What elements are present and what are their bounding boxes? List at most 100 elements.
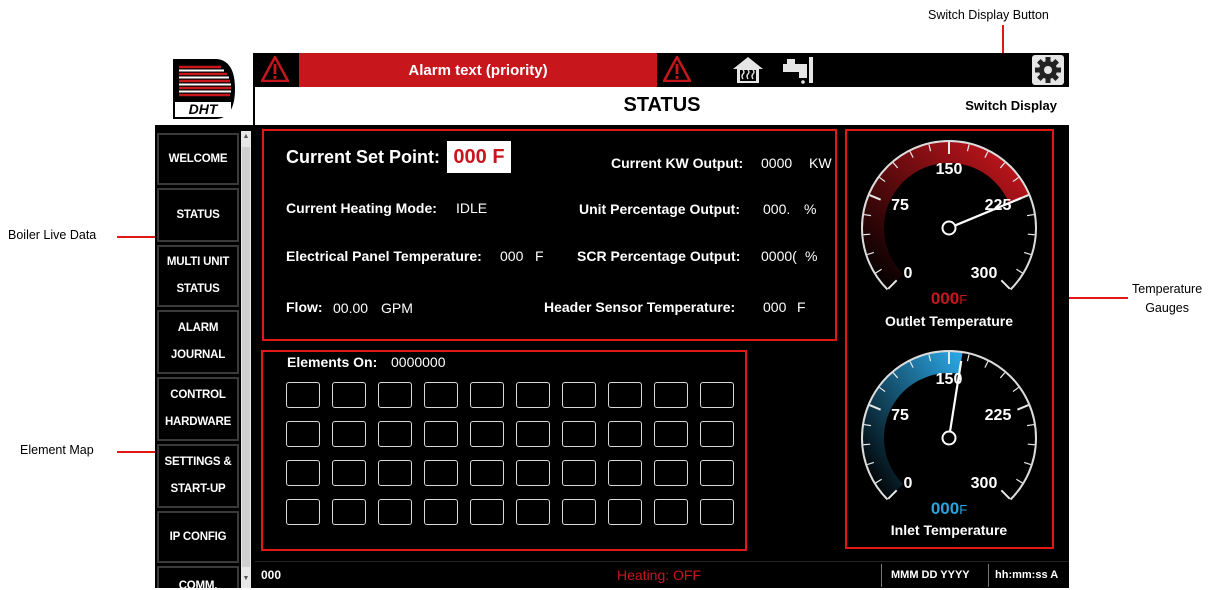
element-cell: [516, 499, 550, 525]
sidebar-item-label: STATUS: [176, 208, 220, 221]
sidebar-item-label: SETTINGS &: [164, 456, 232, 468]
sidebar-item-label: CONTROL: [170, 389, 226, 401]
element-cell: [654, 460, 688, 486]
sidebar-scrollbar[interactable]: ▲ ▼: [241, 131, 251, 588]
header-temperature-value: 000: [763, 299, 787, 315]
callout-temperature-gauges-line1: Temperature: [1132, 282, 1203, 296]
outlet-temperature-title: Outlet Temperature: [884, 313, 1014, 329]
inlet-temperature-title: Inlet Temperature: [890, 522, 1008, 538]
element-cell: [378, 499, 412, 525]
element-cell: [424, 382, 458, 408]
warning-icon[interactable]: [261, 56, 289, 82]
settings-gear-icon[interactable]: [1031, 54, 1065, 86]
outlet-temperature-unit: F: [959, 292, 968, 307]
element-cell: [424, 421, 458, 447]
element-cell: [654, 382, 688, 408]
heating-mode-label: Current Heating Mode:: [286, 200, 437, 216]
element-cell: [332, 499, 366, 525]
unit-percentage-value: 000.: [763, 201, 791, 217]
panel-temperature-value: 000: [500, 248, 524, 264]
element-cell: [608, 421, 642, 447]
inlet-gauge-tick-label: 300: [971, 475, 998, 492]
scrollbar-thumb[interactable]: [242, 147, 250, 567]
switch-display-button[interactable]: Switch Display: [965, 98, 1057, 113]
outlet-gauge-tick: [1000, 279, 1011, 290]
callout-element-map: Element Map: [20, 443, 94, 457]
sidebar-nav: WELCOME STATUS MULTI UNIT STATUS ALARM J…: [155, 131, 255, 588]
set-point-label: Current Set Point:: [286, 147, 441, 167]
dht-logo: DHT: [155, 53, 255, 125]
warning-icon[interactable]: [663, 56, 691, 82]
sidebar-item-ip-config[interactable]: IP CONFIG: [157, 511, 239, 563]
sidebar-item-settings-startup[interactable]: SETTINGS & START-UP: [157, 444, 239, 508]
status-divider: [881, 564, 882, 587]
sidebar-item-comm[interactable]: COMM.: [157, 566, 239, 588]
outlet-gauge-tick-label: 0: [904, 265, 913, 282]
element-cell: [286, 499, 320, 525]
flow-label: Flow:: [286, 299, 323, 315]
element-cell: [470, 421, 504, 447]
outlet-temperature-value: 000: [930, 289, 960, 308]
unit-percentage-label: Unit Percentage Output:: [579, 201, 741, 217]
set-point-input[interactable]: 000 F: [447, 141, 511, 173]
outlet-gauge-tick: [1027, 233, 1035, 236]
sidebar-item-welcome[interactable]: WELCOME: [157, 133, 239, 185]
element-cell: [562, 421, 596, 447]
sidebar-item-multi-unit-status[interactable]: MULTI UNIT STATUS: [157, 245, 239, 307]
element-cell: [332, 421, 366, 447]
status-bar: 000 Heating: OFF MMM DD YYYY hh:mm:ss A: [255, 561, 1069, 588]
outlet-gauge-tick-label: 75: [891, 197, 909, 214]
heating-status: Heating: OFF: [617, 567, 702, 583]
kw-output-unit: KW: [809, 155, 832, 171]
element-cell: [654, 499, 688, 525]
outlet-temperature-readout: 000F: [859, 289, 1039, 309]
water-faucet-icon[interactable]: [781, 55, 815, 85]
element-cell: [286, 421, 320, 447]
sidebar-item-label: START-UP: [170, 483, 226, 495]
element-cell: [470, 499, 504, 525]
elements-on-label: Elements On:: [287, 354, 378, 370]
sidebar-item-control-hardware[interactable]: CONTROL HARDWARE: [157, 377, 239, 441]
elements-on-value: 0000000: [391, 354, 446, 370]
home-heating-icon[interactable]: [731, 55, 765, 85]
element-cell: [424, 460, 458, 486]
scr-percentage-unit: %: [805, 248, 818, 264]
scroll-down-icon[interactable]: ▼: [241, 575, 251, 582]
logo-text: DHT: [189, 101, 219, 117]
element-cell: [562, 460, 596, 486]
sidebar-item-status[interactable]: STATUS: [157, 188, 239, 242]
top-bar: Alarm text (priority): [255, 53, 1069, 87]
element-cell: [516, 460, 550, 486]
kw-output-value: 0000: [761, 155, 793, 171]
sidebar-item-label: HARDWARE: [164, 416, 232, 428]
panel-temperature-unit: F: [535, 248, 544, 264]
sidebar-item-label: MULTI UNIT: [166, 256, 230, 268]
inlet-gauge-tick-label: 75: [891, 407, 909, 424]
outlet-gauge-needle-hub: [941, 220, 957, 236]
outlet-gauge-tick: [1016, 268, 1023, 274]
element-cell: [562, 499, 596, 525]
inlet-gauge-tick: [1016, 478, 1023, 484]
scroll-up-icon[interactable]: ▲: [241, 133, 251, 140]
alarm-banner[interactable]: Alarm text (priority): [299, 53, 657, 87]
sidebar-item-label: IP CONFIG: [169, 530, 227, 543]
element-cell: [424, 499, 458, 525]
sidebar-item-label: WELCOME: [168, 152, 228, 165]
element-cell: [516, 421, 550, 447]
status-left-value: 000: [261, 568, 282, 582]
status-date: MMM DD YYYY: [891, 569, 970, 581]
title-bar: STATUS Switch Display: [255, 87, 1069, 125]
element-cell: [286, 382, 320, 408]
heating-mode-value: IDLE: [456, 200, 488, 216]
sidebar-item-label: ALARM: [177, 322, 219, 334]
flow-unit: GPM: [381, 300, 413, 316]
inlet-gauge-tick: [1012, 386, 1019, 393]
sidebar-item-label: COMM.: [178, 579, 218, 589]
sidebar-item-alarm-journal[interactable]: ALARM JOURNAL: [157, 310, 239, 374]
callout-temperature-gauges-line2: Gauges: [1145, 301, 1189, 315]
element-cell: [562, 382, 596, 408]
inlet-gauge-tick: [1000, 489, 1011, 500]
header-temperature-unit: F: [797, 299, 806, 315]
element-cell: [516, 382, 550, 408]
callout-switch-display-button: Switch Display Button: [928, 8, 1049, 22]
